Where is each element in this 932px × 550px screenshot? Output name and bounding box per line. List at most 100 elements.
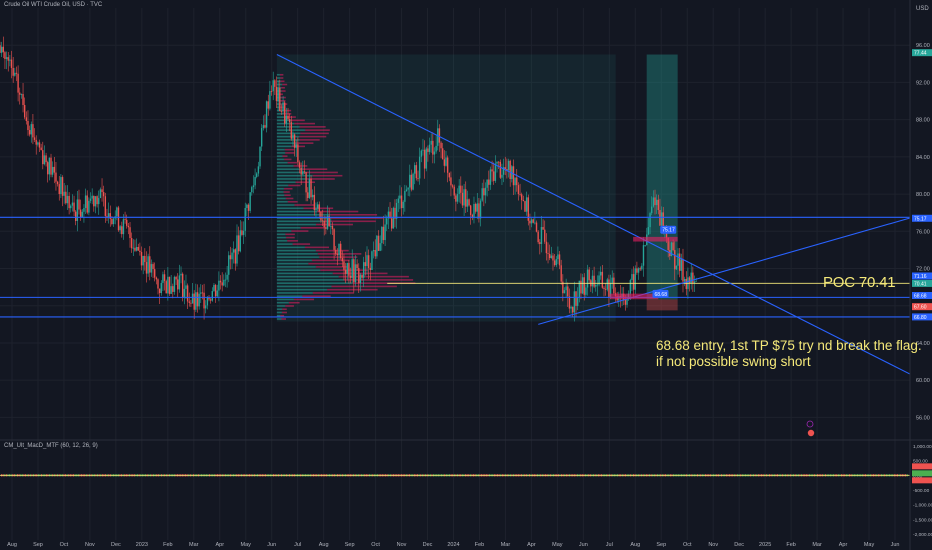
x-tick-label: Sep <box>656 542 666 548</box>
candle-body <box>595 284 597 287</box>
candle-body <box>42 150 44 165</box>
candle-body <box>17 73 19 93</box>
candle-body <box>455 195 457 202</box>
candle-body <box>407 187 409 190</box>
candle-body <box>203 292 205 309</box>
candle-body <box>583 277 585 295</box>
volume-profile-bar-up <box>276 132 301 135</box>
candle-body <box>422 149 424 151</box>
position-stop-zone <box>646 299 678 311</box>
x-tick-label: Feb <box>475 542 484 548</box>
x-tick-label: Aug <box>7 542 17 548</box>
volume-profile-bar-down <box>299 135 327 138</box>
candle-body <box>386 218 388 225</box>
candle-body <box>241 230 243 235</box>
candle-body <box>239 230 241 252</box>
volume-profile-bar-up <box>276 223 317 226</box>
candle-body <box>32 124 34 138</box>
price-label: 66.80 <box>914 315 927 321</box>
candle-body <box>175 276 177 280</box>
flag-zone-upper <box>633 236 678 242</box>
volume-profile-bar-up <box>276 279 345 281</box>
candle-body <box>98 198 100 205</box>
volume-profile-bar-down <box>344 279 414 281</box>
volume-profile-bar-down <box>284 194 291 197</box>
candle-body <box>112 218 115 225</box>
volume-profile-bar-up <box>276 184 289 187</box>
candle-body <box>71 202 74 206</box>
candle-body <box>56 181 59 185</box>
candle-body <box>522 200 525 202</box>
candle-body <box>647 227 650 235</box>
candle-body <box>244 207 246 231</box>
candle-body <box>137 246 139 251</box>
candle-body <box>367 255 370 268</box>
x-tick-label: Apr <box>527 542 536 548</box>
candle-body <box>460 185 462 193</box>
indicator-legend: CM_Ult_MacD_MTF (60, 12, 26, 9) <box>4 443 98 449</box>
candle-body <box>209 299 212 301</box>
candle-body <box>53 166 56 173</box>
volume-profile-bar-down <box>288 301 300 304</box>
volume-profile-bar-down <box>280 314 285 317</box>
x-tick-label: Jun <box>579 542 588 548</box>
candle-body <box>280 110 283 112</box>
candle-body <box>293 134 296 148</box>
candle-body <box>162 274 164 283</box>
candle-body <box>316 204 319 209</box>
candle-body <box>178 275 181 290</box>
candle-body <box>61 177 64 196</box>
volume-profile-bar-down <box>296 142 314 144</box>
candle-body <box>43 155 46 165</box>
candle-body <box>163 274 166 282</box>
candle-body <box>692 272 694 284</box>
candle-body <box>519 194 521 195</box>
candle-body <box>443 159 446 166</box>
volume-profile-bar-up <box>276 135 300 138</box>
volume-profile-bar-up <box>276 233 286 236</box>
candle-body <box>254 176 256 186</box>
candle-body <box>139 250 141 253</box>
candle-body <box>5 57 8 59</box>
candle-body <box>37 142 39 145</box>
candle-body <box>382 226 385 241</box>
volume-profile-bar-up <box>276 174 313 177</box>
candle-body <box>486 179 488 188</box>
volume-profile-bar-up <box>276 259 312 262</box>
candle-body <box>446 157 449 173</box>
volume-profile-bar-down <box>300 132 329 135</box>
volume-profile-bar-up <box>276 275 339 278</box>
candle-body <box>232 249 235 253</box>
candle-body <box>81 211 83 218</box>
candle-body <box>540 227 543 244</box>
candle-body <box>568 296 571 309</box>
candle-body <box>432 140 434 155</box>
candle-body <box>287 115 289 120</box>
volume-profile-bar-up <box>276 298 294 301</box>
candle-body <box>14 72 16 76</box>
candle-body <box>384 224 386 241</box>
candle-body <box>483 188 485 196</box>
x-tick-label: May <box>241 542 252 548</box>
volume-profile-bar-up <box>276 285 332 288</box>
volume-profile-bar-up <box>276 246 305 249</box>
candle-body <box>275 86 278 101</box>
candle-body <box>208 297 210 300</box>
volume-profile-bar-down <box>283 191 290 193</box>
candle-body <box>63 191 65 196</box>
volume-profile-bar-down <box>280 77 284 79</box>
volume-profile-bar-down <box>281 96 286 99</box>
candle-body <box>251 187 253 193</box>
x-tick-label: Oct <box>60 542 69 548</box>
currency-label: USD <box>916 6 929 12</box>
candle-body <box>257 166 260 174</box>
candle-body <box>89 198 92 201</box>
candle-body <box>425 148 427 169</box>
price-chart[interactable]: Aug Sep Oct Nov Dec 2023 Feb Mar Apr May Jun Jul Aug… <box>0 0 932 550</box>
candle-body <box>127 225 130 228</box>
x-tick-label: Dec <box>111 542 121 548</box>
candle-body <box>200 292 202 294</box>
candle-body <box>84 195 87 208</box>
candle-body <box>371 251 373 271</box>
target-callout-text: 75.17 <box>662 228 675 234</box>
